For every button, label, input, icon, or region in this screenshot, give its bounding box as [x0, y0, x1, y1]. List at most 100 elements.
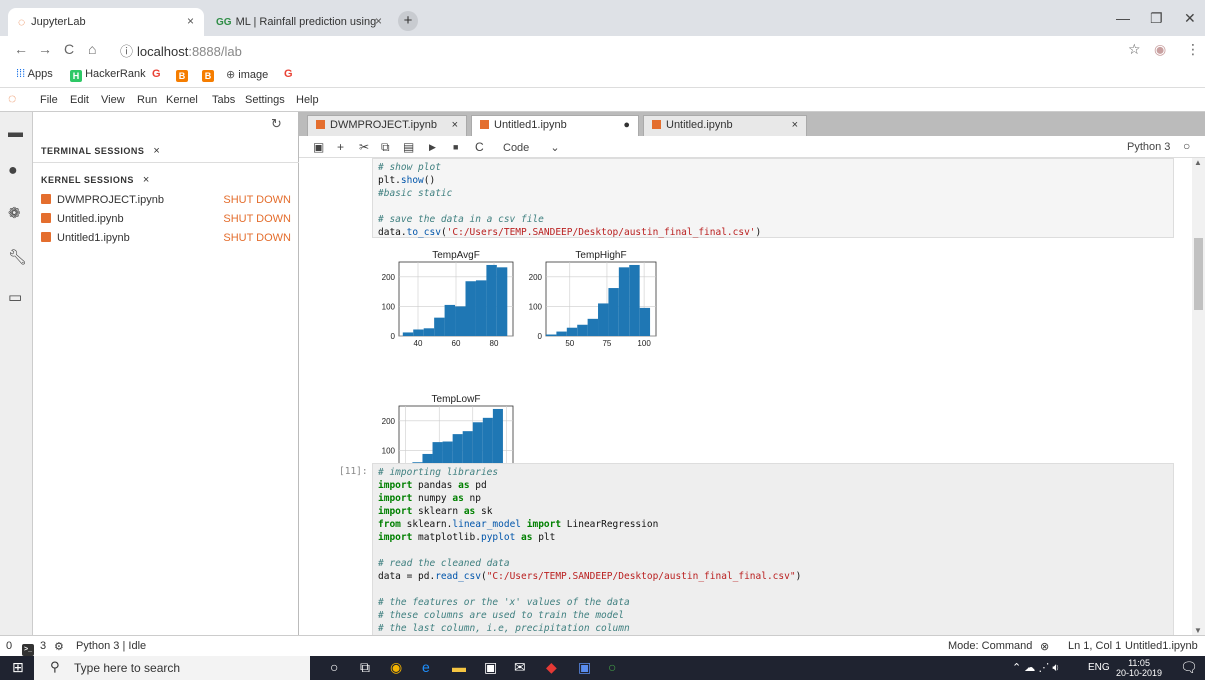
menu-kernel[interactable]: Kernel [166, 94, 198, 106]
close-icon[interactable]: × [792, 119, 798, 131]
back-icon[interactable]: ← [14, 41, 28, 57]
menu-file[interactable]: File [40, 94, 58, 106]
close-tab-icon[interactable]: × [187, 14, 194, 28]
folder-icon[interactable]: ▬ [8, 124, 23, 141]
menu-help[interactable]: Help [296, 94, 319, 106]
info-icon: ⓘ [120, 44, 134, 59]
file-explorer-icon[interactable]: ▬ [452, 659, 466, 675]
doc-tab-untitled1[interactable]: Untitled1.ipynb ● [471, 115, 639, 136]
menu-run[interactable]: Run [137, 94, 157, 106]
home-icon[interactable]: ⌂ [88, 41, 96, 57]
taskbar-search[interactable]: ⚲ Type here to search [34, 656, 310, 680]
kernel-session-item[interactable]: Untitled1.ipynb SHUT DOWN [41, 232, 291, 250]
kebab-menu-icon[interactable]: ⋮ [1186, 41, 1200, 58]
close-icon[interactable]: × [452, 119, 458, 131]
new-tab-button[interactable]: + [398, 11, 418, 31]
run-icon[interactable]: ▶ [429, 142, 436, 153]
jupyter-logo-icon: ◌ [8, 90, 17, 106]
shutdown-button[interactable]: SHUT DOWN [223, 213, 291, 225]
bookmark-google-2[interactable]: G [284, 68, 293, 80]
store-icon[interactable]: ▣ [484, 659, 497, 676]
app-icon[interactable]: ▣ [578, 659, 591, 676]
doc-tab-dwmproject[interactable]: DWMPROJECT.ipynb × [307, 115, 467, 136]
notebook-toolbar: ▣ + ✂ ⧉ ▤ ▶ ■ C Code ⌄ Python 3 ○ [299, 136, 1205, 158]
profile-avatar[interactable]: ◉ [1154, 41, 1166, 58]
mcafee-icon[interactable]: ◆ [546, 659, 557, 676]
windows-start-icon[interactable]: ⊞ [12, 659, 24, 676]
forward-icon[interactable]: → [38, 41, 52, 57]
task-view-icon[interactable]: ⧉ [360, 659, 370, 676]
menu-settings[interactable]: Settings [245, 94, 285, 106]
menu-tabs[interactable]: Tabs [212, 94, 235, 106]
running-sessions-icon[interactable]: ● [8, 162, 18, 180]
histogram-bar [455, 306, 466, 336]
unsaved-dot-icon[interactable]: ● [623, 119, 630, 131]
browser-tab-jupyterlab[interactable]: ◌ JupyterLab × [8, 8, 204, 36]
cursor-position[interactable]: Ln 1, Col 1 [1068, 640, 1121, 652]
code-line: # these columns are used to train the mo… [378, 610, 624, 621]
globe-icon: ⊕ [226, 69, 236, 81]
terminal-icon: >_ [22, 640, 34, 656]
bookmark-hackerrank[interactable]: H HackerRank [70, 68, 146, 82]
bookmark-apps[interactable]: ⁞⁞⁞ Apps [16, 68, 53, 80]
scrollbar[interactable]: ▲ ▼ [1192, 158, 1205, 635]
wrench-icon[interactable]: 🔧︎ [8, 248, 27, 266]
shutdown-button[interactable]: SHUT DOWN [223, 232, 291, 244]
status-left-count[interactable]: 0 [6, 640, 12, 652]
tabs-icon[interactable]: ▭ [8, 288, 22, 306]
cortana-icon[interactable]: ○ [330, 659, 338, 675]
notebook-content[interactable]: # show plot plt.show() #basic static # save… [299, 158, 1205, 635]
stop-icon[interactable]: ■ [453, 142, 458, 152]
menu-edit[interactable]: Edit [70, 94, 89, 106]
add-cell-icon[interactable]: + [337, 140, 344, 154]
doc-tab-untitled[interactable]: Untitled.ipynb × [643, 115, 807, 136]
refresh-icon[interactable]: ↻ [271, 116, 282, 132]
maximize-icon[interactable]: ❐ [1150, 10, 1163, 27]
cell-type-select[interactable]: Code ⌄ [503, 141, 560, 154]
paste-icon[interactable]: ▤ [403, 140, 414, 154]
bookmark-blogger-2[interactable]: B [202, 68, 214, 82]
kernel-status[interactable]: Python 3 | Idle [76, 640, 146, 652]
chrome-icon[interactable]: ◉ [390, 659, 402, 676]
mode-indicator: Mode: Command [948, 640, 1033, 652]
palette-icon[interactable]: ❁ [8, 204, 21, 222]
notifications-icon[interactable]: 🗨︎ [1180, 659, 1198, 676]
terminal-count[interactable]: 3 [40, 640, 46, 652]
bookmark-blogger-1[interactable]: B [176, 68, 188, 82]
save-icon[interactable]: ▣ [313, 140, 324, 154]
close-window-icon[interactable]: ✕ [1184, 10, 1196, 27]
code-cell-plot[interactable]: # show plot plt.show() #basic static # save… [372, 158, 1174, 238]
bookmark-image[interactable]: ⊕ image [226, 68, 268, 81]
close-icon[interactable]: × [143, 174, 150, 186]
scroll-up-icon[interactable]: ▲ [1194, 158, 1202, 167]
system-tray-icons[interactable]: ⌃ ☁ ⋰ 🔉︎ [1012, 661, 1059, 675]
star-icon[interactable]: ☆ [1128, 41, 1141, 58]
minimize-icon[interactable]: — [1116, 10, 1130, 26]
language-indicator[interactable]: ENG [1088, 662, 1110, 673]
close-icon[interactable]: × [153, 145, 160, 157]
notebook-icon [480, 120, 489, 129]
kernel-sessions-header[interactable]: KERNEL SESSIONS × [41, 174, 150, 186]
current-file: Untitled1.ipynb [1125, 640, 1198, 652]
code-cell-main[interactable]: # importing libraries import pandas as pd… [372, 463, 1174, 635]
kernel-name[interactable]: Python 3 [1127, 141, 1170, 153]
scroll-down-icon[interactable]: ▼ [1194, 626, 1202, 635]
close-tab-icon[interactable]: × [375, 14, 382, 28]
mail-icon[interactable]: ✉ [514, 659, 526, 676]
url-field[interactable]: ⓘ localhost:8888/lab [120, 41, 242, 60]
cut-icon[interactable]: ✂ [359, 140, 369, 154]
browser-tab-rainfall[interactable]: GG ML | Rainfall prediction using Lin × [206, 8, 392, 36]
restart-icon[interactable]: C [475, 140, 484, 154]
shutdown-button[interactable]: SHUT DOWN [223, 194, 291, 206]
terminal-sessions-header[interactable]: TERMINAL SESSIONS × [41, 145, 160, 157]
kernel-session-item[interactable]: Untitled.ipynb SHUT DOWN [41, 213, 291, 231]
kernel-session-item[interactable]: DWMPROJECT.ipynb SHUT DOWN [41, 194, 291, 212]
jupyter-taskbar-icon[interactable]: ○ [608, 659, 616, 675]
clock[interactable]: 11:05 20-10-2019 [1116, 658, 1162, 678]
edge-icon[interactable]: e [422, 659, 430, 675]
copy-icon[interactable]: ⧉ [381, 140, 390, 155]
reload-icon[interactable]: C [64, 41, 74, 57]
menu-view[interactable]: View [101, 94, 125, 106]
scrollbar-thumb[interactable] [1194, 238, 1203, 310]
bookmark-google-1[interactable]: G [152, 68, 161, 80]
